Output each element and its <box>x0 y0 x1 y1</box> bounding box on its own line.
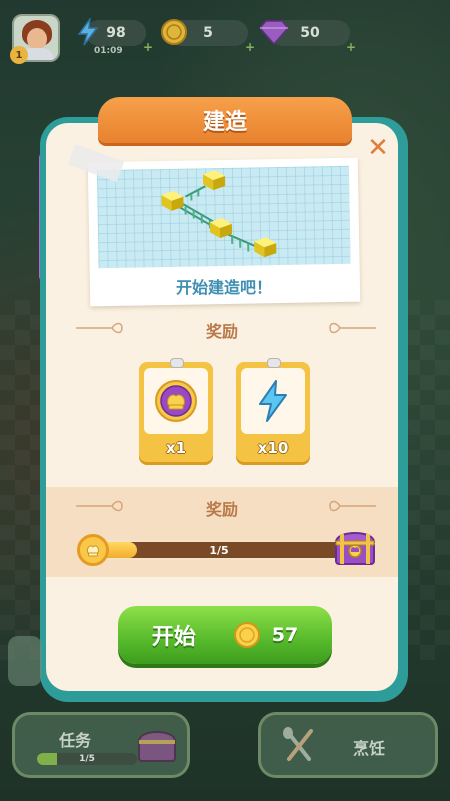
start-button-cost: 57 <box>271 624 299 646</box>
chef-hat-coin-icon <box>155 380 197 422</box>
start-button-label: 开始 <box>151 625 196 650</box>
energy-timer: 01:09 <box>94 46 123 56</box>
utensils-icon <box>283 727 313 761</box>
treasure-chest-icon <box>137 731 177 762</box>
dialog-title: 建造 <box>98 97 352 143</box>
reward-card-chef-coin[interactable]: x1 <box>139 358 213 462</box>
energy-bolt-icon <box>259 380 287 422</box>
reward-icon-frame <box>144 368 208 434</box>
settings-gear-button[interactable] <box>8 636 42 686</box>
reward-icon-frame <box>241 368 305 434</box>
right-ornament-icon <box>329 500 376 512</box>
close-icon[interactable]: ✕ <box>366 133 390 163</box>
start-build-button[interactable]: 开始 57 <box>118 606 332 664</box>
player-level-badge: 1 <box>10 46 28 64</box>
gem-icon <box>258 16 290 48</box>
reward-quantity: x1 <box>165 439 187 457</box>
card-pin <box>170 358 184 368</box>
add-gems-button[interactable]: + <box>346 40 356 54</box>
quest-progress-bar: 1/5 <box>37 753 137 765</box>
reward-card-energy[interactable]: x10 <box>236 358 310 462</box>
card-pin <box>267 358 281 368</box>
quest-button[interactable]: 任务 1/5 <box>12 712 190 778</box>
cook-label: 烹饪 <box>353 739 386 758</box>
cook-button[interactable]: 烹饪 <box>258 712 438 778</box>
coin-icon <box>158 16 190 48</box>
preview-caption: 开始建造吧！ <box>175 278 272 297</box>
coin-icon <box>233 622 260 648</box>
milestone-progress-text: 1/5 <box>209 543 229 557</box>
add-coins-button[interactable]: + <box>245 40 255 54</box>
avatar-face <box>27 28 47 50</box>
chef-hat-coin-icon <box>77 534 109 566</box>
quest-progress-text: 1/5 <box>79 754 95 764</box>
treasure-chest-icon[interactable] <box>332 524 378 568</box>
reward-quantity: x10 <box>257 439 289 457</box>
quest-label: 任务 <box>59 731 92 750</box>
right-ornament-icon <box>329 322 376 334</box>
add-energy-button[interactable]: + <box>143 40 153 54</box>
top-hud: 1 98 01:09 + 5 + 50 + <box>8 10 442 64</box>
milestone-progress-bar: 1/5 <box>80 540 358 560</box>
energy-bolt-icon <box>72 16 104 48</box>
fence-preview-image <box>96 165 351 269</box>
